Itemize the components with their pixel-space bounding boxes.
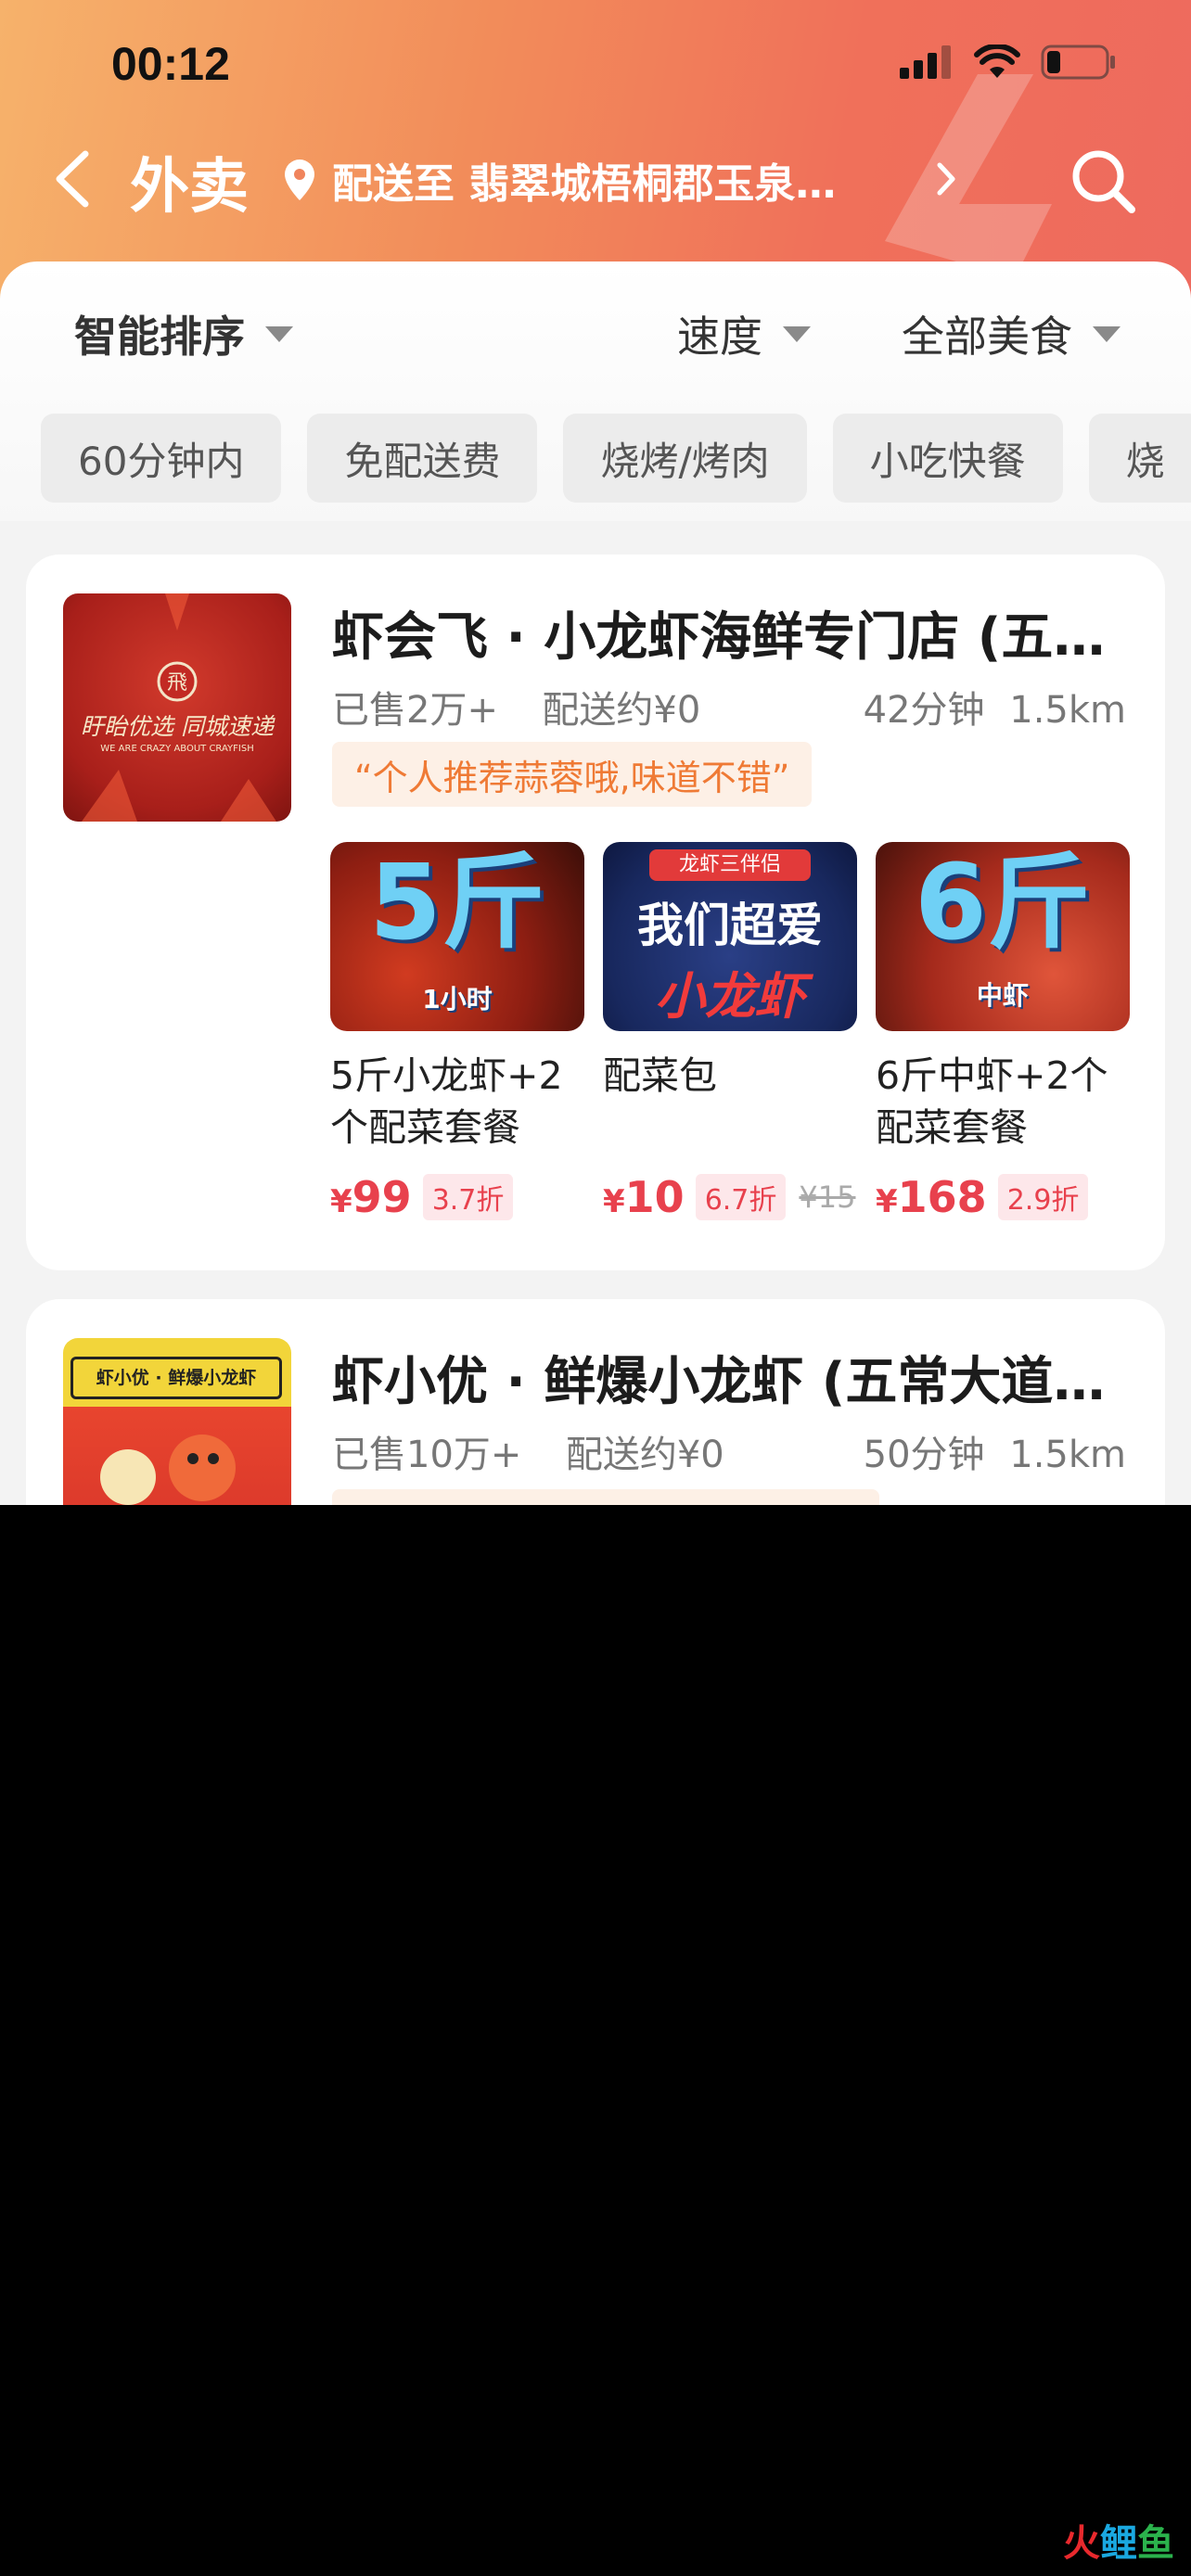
dish-image-big-text: 我们超爱 <box>637 898 823 952</box>
back-icon[interactable] <box>46 147 102 211</box>
store-eta: 42分钟 <box>863 689 985 732</box>
dish-item[interactable]: 5斤 1小时 5斤小龙虾+2个配菜套餐 ¥99 3.7折 <box>330 842 584 1222</box>
signal-icon <box>900 45 951 79</box>
store-review: “个人推荐蒜蓉哦,味道不错” <box>332 742 813 807</box>
store-thumbnail: 飛 盱眙优选 同城速递 WE ARE CRAZY ABOUT CRAYFISH <box>63 593 291 822</box>
dish-original-price: ¥15 <box>799 1180 856 1215</box>
store-eta-distance: 50分钟 1.5km <box>864 1424 1126 1478</box>
dish-price: ¥10 <box>603 1172 685 1222</box>
store-meta: 已售10万+ 配送约¥0 <box>332 1424 724 1478</box>
dish-image-small-text: 中虾 <box>976 980 1029 1011</box>
page-title: 外卖 <box>130 153 249 222</box>
battery-icon <box>1041 45 1115 80</box>
store-thumb-text: 盱眙优选 同城速递 <box>81 713 274 740</box>
dish-discount: 6.7折 <box>695 1174 787 1220</box>
chip-more[interactable]: 烧 <box>1088 414 1191 503</box>
dish-image-big-text: 6斤 <box>915 843 1091 963</box>
watermark-char-1: 火 <box>1063 2522 1100 2565</box>
dropdown-arrow-icon <box>1093 325 1121 342</box>
dropdown-arrow-icon <box>265 325 293 342</box>
store-sold: 已售10万+ <box>332 1434 522 1476</box>
currency-symbol: ¥ <box>876 1183 898 1220</box>
status-icons <box>900 45 1117 80</box>
delivery-address[interactable]: 配送至 翡翠城梧桐郡玉泉… <box>332 150 889 210</box>
chip-snacks[interactable]: 小吃快餐 <box>832 414 1063 503</box>
sort-speed[interactable]: 速度 <box>677 303 811 364</box>
watermark-char-3: 鱼 <box>1137 2522 1174 2565</box>
chevron-right-icon[interactable] <box>932 158 960 200</box>
currency-symbol: ¥ <box>330 1183 352 1220</box>
dish-image-small-text: 1小时 <box>422 984 493 1014</box>
chip-within-60min[interactable]: 60分钟内 <box>41 414 282 503</box>
sort-category[interactable]: 全部美食 <box>902 303 1121 364</box>
app-screen: 00:12 外卖 配送至 翡翠城梧桐郡玉泉… 智能排序 速度 全部美食 60分钟… <box>0 0 1191 1505</box>
dish-image-big-text: 5斤 <box>369 843 545 963</box>
watermark-char-2: 鲤 <box>1100 2522 1137 2565</box>
nav-bar: 外卖 配送至 翡翠城梧桐郡玉泉… <box>0 130 1191 232</box>
dish-name: 5斤小龙虾+2个配菜套餐 <box>330 1053 563 1150</box>
chip-free-delivery[interactable]: 免配送费 <box>307 414 538 503</box>
store-delivery-fee: 配送约¥0 <box>542 689 701 732</box>
store-card[interactable]: 虾小优 · 鲜爆小龙虾 虾小优 · 鲜爆小龙虾 (五常大道… 已售10万+ 配送… <box>26 1299 1165 1505</box>
sort-smart[interactable]: 智能排序 <box>74 303 293 364</box>
crayfish-graphic <box>82 593 276 822</box>
dish-discount: 2.9折 <box>997 1174 1089 1220</box>
store-eta-distance: 42分钟 1.5km <box>864 680 1126 733</box>
store-review-partial <box>332 1489 879 1505</box>
search-icon[interactable] <box>1067 145 1141 219</box>
status-time: 00:12 <box>111 38 230 90</box>
dish-price-value: 99 <box>352 1172 412 1222</box>
store-name: 虾小优 · 鲜爆小龙虾 (五常大道… <box>332 1352 1106 1412</box>
sort-speed-label: 速度 <box>677 312 762 362</box>
filter-panel: 智能排序 速度 全部美食 60分钟内 免配送费 烧烤/烤肉 小吃快餐 烧 <box>0 261 1191 521</box>
store-thumb-badge: 飛 <box>166 671 187 695</box>
sort-category-label: 全部美食 <box>902 312 1072 362</box>
store-name: 虾会飞 · 小龙虾海鲜专门店 (五… <box>332 607 1106 668</box>
dish-name: 6斤中虾+2个配菜套餐 <box>876 1053 1108 1150</box>
store-thumb-subtext: WE ARE CRAZY ABOUT CRAYFISH <box>100 744 254 754</box>
dish-price-row: ¥168 2.9折 <box>876 1172 1130 1222</box>
cartoon-crayfish-graphic <box>100 1435 236 1505</box>
dish-image: 龙虾三伴侣 我们超爱 小龙虾 <box>603 842 857 1031</box>
store-distance: 1.5km <box>1009 1434 1126 1476</box>
chip-bbq[interactable]: 烧烤/烤肉 <box>563 414 807 503</box>
store-delivery-fee: 配送约¥0 <box>565 1434 724 1476</box>
store-card[interactable]: 飛 盱眙优选 同城速递 WE ARE CRAZY ABOUT CRAYFISH … <box>26 555 1165 1270</box>
dish-discount: 3.7折 <box>422 1174 514 1220</box>
dish-price: ¥99 <box>330 1172 412 1222</box>
dish-image: 6斤 中虾 <box>876 842 1130 1031</box>
dish-name: 配菜包 <box>603 1053 717 1098</box>
dish-price-value: 10 <box>624 1172 685 1222</box>
wifi-icon <box>974 45 1020 78</box>
store-eta: 50分钟 <box>863 1434 985 1476</box>
dish-price-value: 168 <box>897 1172 987 1222</box>
dish-price: ¥168 <box>876 1172 987 1222</box>
dish-price-row: ¥99 3.7折 <box>330 1172 584 1222</box>
dish-item[interactable]: 龙虾三伴侣 我们超爱 小龙虾 配菜包 ¥10 6.7折 ¥15 <box>603 842 857 1222</box>
dish-image-small-text: 小龙虾 <box>655 967 805 1026</box>
dish-image: 5斤 1小时 <box>330 842 584 1031</box>
store-sold: 已售2万+ <box>332 689 498 732</box>
dropdown-arrow-icon <box>783 325 811 342</box>
filter-chips: 60分钟内 免配送费 烧烤/烤肉 小吃快餐 烧 <box>41 414 1191 503</box>
dish-price-row: ¥10 6.7折 ¥15 <box>603 1172 857 1222</box>
location-pin-icon <box>285 159 314 200</box>
dish-image-tag: 龙虾三伴侣 <box>649 849 811 881</box>
sort-smart-label: 智能排序 <box>74 312 245 362</box>
currency-symbol: ¥ <box>603 1183 625 1220</box>
dish-item[interactable]: 6斤 中虾 6斤中虾+2个配菜套餐 ¥168 2.9折 <box>876 842 1130 1222</box>
store-thumbnail: 虾小优 · 鲜爆小龙虾 <box>63 1338 291 1505</box>
watermark-logo: 火鲤鱼 <box>1063 2513 1174 2567</box>
store-distance: 1.5km <box>1009 689 1126 732</box>
store-meta: 已售2万+ 配送约¥0 <box>332 680 700 733</box>
